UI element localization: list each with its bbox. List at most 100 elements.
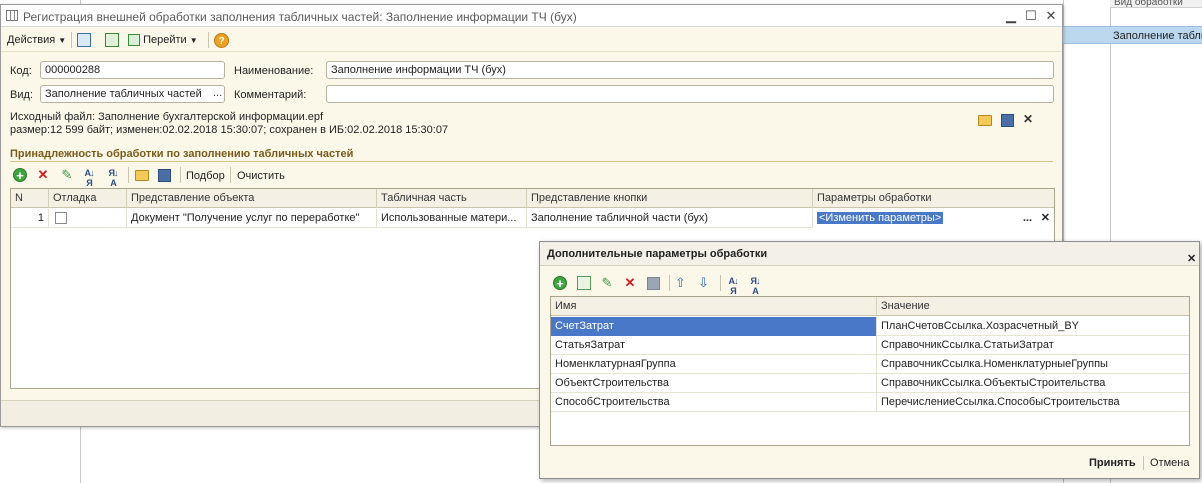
object-cell: Документ "Получение услуг по переработке… xyxy=(127,209,377,228)
param-value-cell: ПеречислениеСсылка.СпособыСтроительства xyxy=(881,396,1120,408)
write-close-button[interactable] xyxy=(77,32,91,48)
help-icon: ? xyxy=(214,32,229,48)
minimize-icon: ▁ xyxy=(1006,8,1016,23)
params-row[interactable]: НоменклатурнаяГруппа СправочникСсылка.Но… xyxy=(551,355,1189,374)
params-row[interactable]: СпособСтроительства ПеречислениеСсылка.С… xyxy=(551,393,1189,412)
actions-menu-button[interactable]: Действия ▼ xyxy=(7,32,66,48)
params-row[interactable]: СчетЗатрат ПланСчетовСсылка.Хозрасчетный… xyxy=(551,317,1189,336)
column-header-object[interactable]: Представление объекта xyxy=(127,189,377,208)
params-table: Имя Значение СчетЗатрат ПланСчетовСсылка… xyxy=(550,296,1190,446)
delete-row-icon[interactable]: ✕ xyxy=(36,167,50,183)
param-value-cell: ПланСчетовСсылка.Хозрасчетный_BY xyxy=(881,320,1079,332)
section-title: Принадлежность обработки по заполнению т… xyxy=(10,148,354,160)
dialog-toolbar: + ✎ ✕ ⇧ ⇩ A↓ Я Я↓ A xyxy=(550,275,790,296)
edit-row-icon[interactable]: ✎ xyxy=(600,275,614,291)
save-file-icon[interactable] xyxy=(1001,114,1014,127)
toolbar-separator xyxy=(720,275,721,291)
tabular-part-cell: Использованные матери... xyxy=(377,209,527,228)
comment-label: Комментарий: xyxy=(234,89,307,101)
kind-field-value: Заполнение табличных частей xyxy=(45,88,202,100)
debug-checkbox[interactable] xyxy=(55,212,67,224)
button-cell: Заполнение табличной части (бух) xyxy=(527,209,813,228)
edit-row-icon[interactable]: ✎ xyxy=(60,167,74,183)
params-row[interactable]: СтатьяЗатрат СправочникСсылка.СтатьиЗатр… xyxy=(551,336,1189,355)
title-bar: Регистрация внешней обработки заполнения… xyxy=(1,5,1062,27)
move-up-icon[interactable]: ⇧ xyxy=(675,275,686,291)
source-file-details: размер:12 599 байт; изменен:02.02.2018 1… xyxy=(10,124,449,136)
footer-separator xyxy=(1143,456,1144,470)
minimize-button[interactable]: ▁ xyxy=(1003,8,1019,24)
column-header-params[interactable]: Параметры обработки xyxy=(813,189,1054,208)
toolbar-separator xyxy=(208,32,209,48)
cancel-button[interactable]: Отмена xyxy=(1150,457,1189,469)
delete-row-icon[interactable]: ✕ xyxy=(623,275,637,291)
sort-asc-icon[interactable]: A↓ Я xyxy=(82,168,96,188)
name-label: Наименование: xyxy=(234,65,314,77)
move-down-icon[interactable]: ⇩ xyxy=(698,275,709,291)
save-icon[interactable] xyxy=(158,169,171,182)
write-button[interactable] xyxy=(105,32,119,48)
params-dialog: Дополнительные параметры обработки ✕ + ✎… xyxy=(539,241,1200,479)
sort-desc-icon[interactable]: Я↓ A xyxy=(748,276,762,296)
params-row[interactable]: ОбъектСтроительства СправочникСсылка.Объ… xyxy=(551,374,1189,393)
params-select-button[interactable]: ... xyxy=(1023,209,1032,227)
name-field[interactable]: Заполнение информации ТЧ (бух) xyxy=(326,61,1054,79)
goto-menu-button[interactable]: Перейти ▼ xyxy=(128,32,198,48)
bg-selected-row[interactable]: Заполнение таблич xyxy=(1063,26,1202,44)
toolbar-separator xyxy=(180,167,181,183)
maximize-button[interactable]: ☐ xyxy=(1023,8,1039,24)
actions-menu-label: Действия xyxy=(7,34,56,46)
load-icon[interactable] xyxy=(135,170,149,181)
params-clear-icon[interactable]: ✕ xyxy=(1041,209,1050,227)
sort-asc-icon[interactable]: A↓ Я xyxy=(726,276,740,296)
add-row-icon[interactable]: + xyxy=(13,168,27,182)
toolbar-separator xyxy=(128,167,129,183)
param-value-cell: СправочникСсылка.ОбъектыСтроительства xyxy=(881,377,1106,389)
pick-button[interactable]: Подбор xyxy=(186,170,225,182)
column-header-debug[interactable]: Отладка xyxy=(49,189,127,208)
open-file-icon[interactable] xyxy=(978,115,992,126)
params-cell[interactable]: <Изменить параметры> ... ✕ xyxy=(813,209,1054,228)
param-value-cell: СправочникСсылка.НоменклатурныеГруппы xyxy=(881,358,1108,370)
accept-button[interactable]: Принять xyxy=(1089,457,1136,469)
sort-desc-icon[interactable]: Я↓ A xyxy=(106,168,120,188)
column-header-tabular-part[interactable]: Табличная часть xyxy=(377,189,527,208)
add-row-icon[interactable]: + xyxy=(553,276,567,290)
comment-field[interactable] xyxy=(326,85,1054,103)
table-header: N Отладка Представление объекта Таблична… xyxy=(11,189,1054,208)
clear-button[interactable]: Очистить xyxy=(237,170,285,182)
column-header-n[interactable]: N xyxy=(11,189,49,208)
goto-icon xyxy=(128,34,140,47)
kind-select-button[interactable]: ... xyxy=(213,87,222,99)
dialog-title-bar: Дополнительные параметры обработки ✕ xyxy=(540,242,1199,266)
clear-file-icon[interactable]: ✕ xyxy=(1023,112,1033,126)
maximize-icon: ☐ xyxy=(1025,8,1037,23)
column-header-button[interactable]: Представление кнопки xyxy=(527,189,813,208)
kind-label: Вид: xyxy=(10,89,33,101)
bg-selected-row-text: Заполнение таблич xyxy=(1113,30,1202,42)
kind-field[interactable]: Заполнение табличных частей xyxy=(40,85,225,103)
goto-menu-label: Перейти xyxy=(143,34,187,46)
code-label: Код: xyxy=(10,65,32,77)
write-icon xyxy=(105,33,119,48)
section-divider xyxy=(10,161,1053,162)
close-button[interactable]: ✕ xyxy=(1043,8,1059,24)
param-name-cell: НоменклатурнаяГруппа xyxy=(551,355,877,374)
column-header-name[interactable]: Имя xyxy=(551,297,877,316)
table-row[interactable]: 1 Документ "Получение услуг по переработ… xyxy=(11,209,1054,228)
close-icon: ✕ xyxy=(1187,253,1197,265)
help-button[interactable]: ? xyxy=(214,32,229,48)
window-title: Регистрация внешней обработки заполнения… xyxy=(23,10,577,24)
param-name-cell: СчетЗатрат xyxy=(551,317,877,336)
row-number: 1 xyxy=(11,209,49,228)
edit-params-link[interactable]: <Изменить параметры> xyxy=(817,212,944,224)
copy-row-icon[interactable] xyxy=(577,276,591,290)
code-field[interactable]: 000000288 xyxy=(40,61,225,79)
column-header-value[interactable]: Значение xyxy=(877,297,1189,316)
toolbar-separator xyxy=(669,275,670,291)
write-and-close-icon xyxy=(77,33,91,48)
form-icon xyxy=(6,10,18,21)
dialog-title: Дополнительные параметры обработки xyxy=(547,248,768,260)
bg-column-header[interactable]: Вид обработки xyxy=(1110,0,1202,8)
dropdown-arrow-icon: ▼ xyxy=(189,36,198,45)
